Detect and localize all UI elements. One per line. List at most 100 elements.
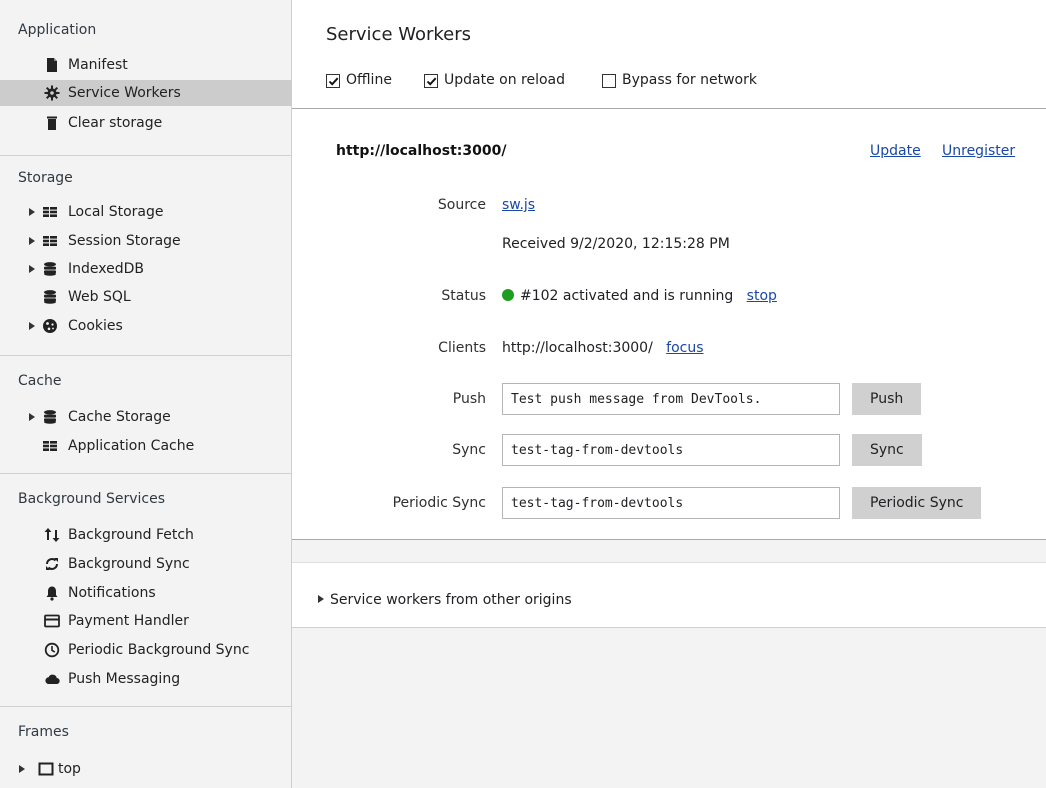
sidebar-item-background-fetch[interactable]: Background Fetch: [0, 522, 291, 548]
divider: [0, 706, 292, 707]
sidebar-item-payment-handler[interactable]: Payment Handler: [0, 608, 291, 634]
push-label: Push: [452, 391, 486, 407]
page-title: Service Workers: [326, 24, 472, 45]
section-title-cache: Cache: [18, 373, 62, 389]
sidebar-item-service-workers[interactable]: Service Workers: [0, 80, 291, 106]
sidebar-item-local-storage[interactable]: Local Storage: [0, 199, 291, 225]
expand-arrow-icon[interactable]: [29, 413, 35, 421]
database-icon: [44, 410, 56, 424]
service-workers-panel: Service Workers Offline Update on reload…: [292, 0, 1046, 788]
sidebar-item-label: Background Fetch: [68, 527, 194, 543]
sidebar-item-label: Application Cache: [68, 438, 195, 454]
expand-arrow-icon: [318, 595, 324, 603]
sidebar-item-application-cache[interactable]: Application Cache: [0, 433, 291, 459]
grid-icon: [43, 236, 57, 246]
expand-arrow-icon[interactable]: [29, 265, 35, 273]
grid-icon: [43, 441, 57, 451]
up-down-arrows-icon: [44, 528, 60, 542]
sidebar-item-periodic-background-sync[interactable]: Periodic Background Sync: [0, 637, 291, 663]
database-icon: [44, 262, 56, 276]
check-icon: [426, 77, 437, 86]
received-text: Received 9/2/2020, 12:15:28 PM: [502, 236, 730, 252]
check-icon: [328, 77, 339, 86]
spacer: [292, 540, 1046, 562]
sidebar-item-label: Clear storage: [68, 115, 163, 131]
sidebar-item-cache-storage[interactable]: Cache Storage: [0, 404, 291, 430]
periodic-sync-label: Periodic Sync: [392, 495, 486, 511]
status-text: #102 activated and is running: [520, 288, 734, 304]
status-indicator-icon: [502, 289, 514, 301]
checkbox-box[interactable]: [326, 74, 340, 88]
expand-arrow-icon[interactable]: [29, 208, 35, 216]
other-origins-label: Service workers from other origins: [330, 592, 572, 608]
sidebar-item-label: Cache Storage: [68, 409, 171, 425]
periodic-sync-input[interactable]: [502, 487, 840, 519]
checkbox-box[interactable]: [424, 74, 438, 88]
sync-button[interactable]: Sync: [852, 434, 922, 466]
sidebar-item-label: Cookies: [68, 318, 123, 334]
sidebar-item-label: top: [58, 761, 81, 777]
section-title-application: Application: [18, 22, 97, 38]
sidebar-item-session-storage[interactable]: Session Storage: [0, 228, 291, 254]
divider: [292, 108, 1046, 109]
push-button[interactable]: Push: [852, 383, 922, 415]
section-title-frames: Frames: [18, 724, 69, 740]
sidebar-item-clear-storage[interactable]: Clear storage: [0, 110, 291, 136]
document-icon: [47, 58, 57, 72]
worker-origin: http://localhost:3000/: [336, 143, 507, 159]
empty-area: [292, 628, 1046, 788]
sidebar-item-cookies[interactable]: Cookies: [0, 313, 291, 339]
status-row: #102 activated and is running stop: [502, 288, 777, 304]
sidebar: Application Manifest Service Workers Cle…: [0, 0, 292, 788]
expand-arrow-icon[interactable]: [29, 322, 35, 330]
stop-link[interactable]: stop: [747, 288, 777, 304]
push-input[interactable]: [502, 383, 840, 415]
divider: [0, 155, 292, 156]
cloud-icon: [45, 674, 60, 685]
clients-value: http://localhost:3000/: [502, 340, 653, 356]
unregister-link[interactable]: Unregister: [942, 143, 1015, 159]
update-link[interactable]: Update: [870, 143, 921, 159]
sidebar-item-label: Background Sync: [68, 556, 190, 572]
divider: [292, 562, 1046, 563]
sidebar-item-label: Service Workers: [68, 85, 181, 101]
gear-icon: [44, 85, 60, 101]
expand-arrow-icon[interactable]: [29, 237, 35, 245]
other-origins-toggle[interactable]: Service workers from other origins: [318, 592, 572, 608]
frame-icon: [38, 762, 54, 776]
expand-arrow-icon[interactable]: [19, 765, 25, 773]
section-title-storage: Storage: [18, 170, 73, 186]
sidebar-item-indexeddb[interactable]: IndexedDB: [0, 256, 291, 282]
clients-label: Clients: [438, 340, 486, 356]
sidebar-item-web-sql[interactable]: Web SQL: [0, 284, 291, 310]
periodic-sync-button[interactable]: Periodic Sync: [852, 487, 982, 519]
sidebar-item-manifest[interactable]: Manifest: [0, 52, 291, 78]
trash-icon: [47, 116, 57, 130]
sidebar-item-notifications[interactable]: Notifications: [0, 580, 291, 606]
sidebar-item-push-messaging[interactable]: Push Messaging: [0, 666, 291, 692]
sidebar-item-label: Periodic Background Sync: [68, 642, 250, 658]
sync-input[interactable]: [502, 434, 840, 466]
sidebar-item-label: IndexedDB: [68, 261, 144, 277]
credit-card-icon: [44, 614, 60, 628]
offline-label: Offline: [346, 72, 392, 88]
bypass-for-network-label: Bypass for network: [622, 72, 757, 88]
sidebar-item-label: Manifest: [68, 57, 128, 73]
sidebar-item-frame-top[interactable]: top: [0, 756, 291, 782]
section-title-background-services: Background Services: [18, 491, 166, 507]
database-icon: [44, 290, 56, 304]
sidebar-item-label: Local Storage: [68, 204, 164, 220]
source-label: Source: [437, 197, 486, 213]
sidebar-item-label: Session Storage: [68, 233, 181, 249]
divider: [0, 355, 292, 356]
status-label: Status: [441, 288, 486, 304]
sync-label: Sync: [452, 442, 486, 458]
cookie-icon: [43, 319, 57, 333]
checkbox-box[interactable]: [602, 74, 616, 88]
clients-row: http://localhost:3000/ focus: [502, 340, 704, 356]
source-link[interactable]: sw.js: [502, 197, 535, 213]
sidebar-item-background-sync[interactable]: Background Sync: [0, 551, 291, 577]
focus-link[interactable]: focus: [666, 340, 703, 356]
update-on-reload-label: Update on reload: [444, 72, 566, 88]
sync-icon: [46, 558, 58, 570]
